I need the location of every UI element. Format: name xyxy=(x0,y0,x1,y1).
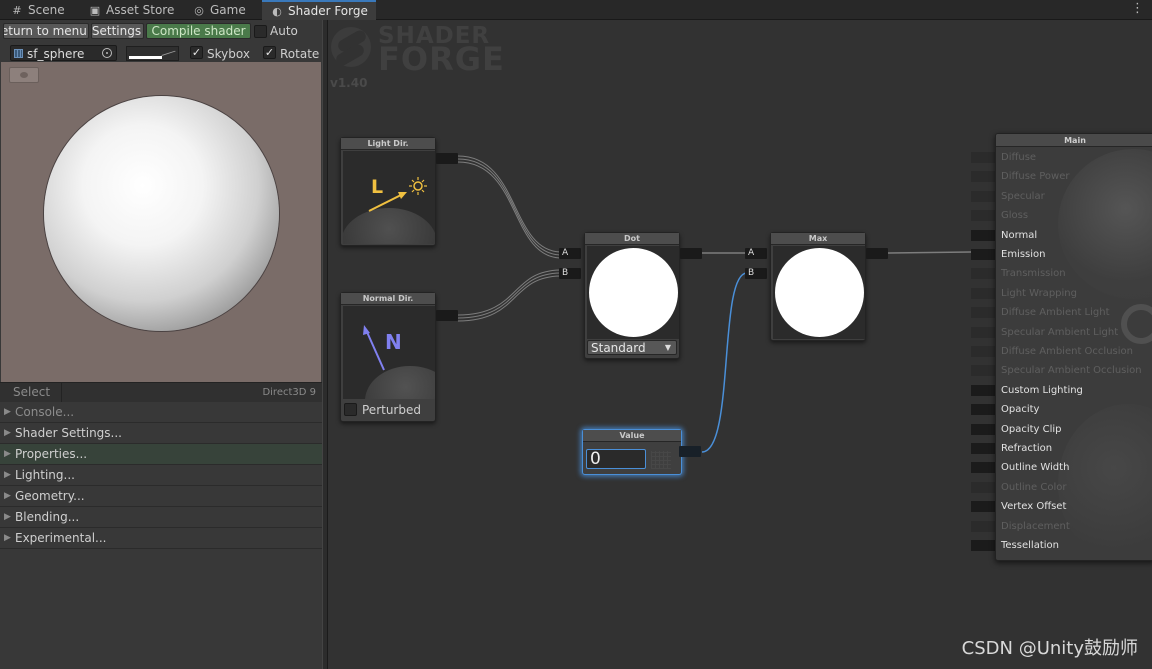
port-label: A xyxy=(748,248,755,258)
port-label: B xyxy=(562,268,569,278)
main-input-port[interactable] xyxy=(971,268,995,280)
value-input[interactable]: 0 xyxy=(586,449,646,469)
main-input-label: Diffuse xyxy=(1001,152,1037,163)
output-preview-disc xyxy=(775,248,864,337)
node-light-dir[interactable]: Light Dir. L xyxy=(340,137,436,246)
perturbed-checkbox[interactable] xyxy=(344,403,357,416)
main-input-port[interactable] xyxy=(971,501,995,513)
main-input-port[interactable] xyxy=(971,365,995,377)
node-title: Light Dir. xyxy=(341,138,435,150)
main-input-port[interactable] xyxy=(971,346,995,357)
main-input-port[interactable] xyxy=(971,540,995,551)
node-dot[interactable]: Dot Standard ▼ xyxy=(584,232,680,359)
dot-output-port[interactable] xyxy=(680,248,702,259)
main-input-label: Vertex Offset xyxy=(1001,501,1067,513)
node-main[interactable]: Main Diffuse Diffuse Power Specular Gloss No… xyxy=(995,133,1152,561)
output-preview-disc xyxy=(589,248,678,337)
light-dir-output-port[interactable] xyxy=(436,153,458,164)
main-input-port[interactable] xyxy=(971,384,995,396)
node-normal-dir[interactable]: Normal Dir. N Perturbed xyxy=(340,292,436,422)
main-input-label: Outline Width xyxy=(1001,462,1070,474)
node-title: Value xyxy=(583,430,681,442)
node-title: Max xyxy=(771,233,865,245)
main-input-label: Emission xyxy=(1001,249,1046,260)
dropdown-value: Standard xyxy=(591,341,646,355)
connection-normal-to-dot-b xyxy=(457,269,561,316)
main-input-port[interactable] xyxy=(971,249,995,260)
main-input-label: Outline Color xyxy=(1001,481,1067,493)
main-input-port[interactable] xyxy=(971,171,995,183)
main-input-port[interactable] xyxy=(971,481,995,493)
dot-mode-dropdown[interactable]: Standard ▼ xyxy=(587,340,677,355)
main-input-port[interactable] xyxy=(971,520,995,532)
main-input-port[interactable] xyxy=(971,326,995,338)
node-preview xyxy=(587,246,679,339)
max-output-port[interactable] xyxy=(866,248,888,259)
main-input-port[interactable] xyxy=(971,229,995,241)
main-input-port[interactable] xyxy=(971,307,995,319)
light-direction-arrow-icon xyxy=(368,177,427,212)
main-input-port[interactable] xyxy=(971,152,995,163)
main-input-label: Gloss xyxy=(1001,210,1029,222)
main-input-label: Refraction xyxy=(1001,443,1053,454)
node-title: Dot xyxy=(585,233,679,245)
node-title: Main xyxy=(996,134,1152,147)
main-input-label: Transmission xyxy=(1001,268,1066,280)
main-input-port[interactable] xyxy=(971,287,995,299)
drag-handle-icon[interactable] xyxy=(651,451,671,469)
node-max[interactable]: Max xyxy=(770,232,866,341)
main-input-port[interactable] xyxy=(971,190,995,202)
port-label: B xyxy=(748,268,755,278)
node-preview: L xyxy=(343,151,435,244)
port-label: A xyxy=(562,248,569,258)
main-input-port[interactable] xyxy=(971,404,995,416)
dropdown-arrow-icon: ▼ xyxy=(664,343,671,352)
main-input-label: Specular Ambient Occlusion xyxy=(1001,365,1142,377)
main-preview-sphere-faded xyxy=(1058,404,1152,560)
gear-watermark-icon xyxy=(1121,304,1152,344)
main-input-label: Light Wrapping xyxy=(1001,287,1077,299)
main-input-label: Displacement xyxy=(1001,520,1070,532)
node-preview xyxy=(773,246,865,339)
main-input-label: Custom Lighting xyxy=(1001,384,1083,396)
connection-value-to-max-b xyxy=(701,272,748,453)
main-input-label: Specular Ambient Light xyxy=(1001,326,1119,338)
main-input-label: Diffuse Ambient Occlusion xyxy=(1001,346,1133,357)
main-input-label: Specular xyxy=(1001,190,1045,202)
node-title: Normal Dir. xyxy=(341,293,435,305)
main-input-label: Tessellation xyxy=(1001,540,1059,551)
perturbed-label: Perturbed xyxy=(362,403,421,417)
main-input-port[interactable] xyxy=(971,462,995,474)
main-input-label: Normal xyxy=(1001,229,1038,241)
main-preview-sphere xyxy=(1058,149,1152,299)
main-input-port[interactable] xyxy=(971,210,995,222)
main-input-label: Diffuse Ambient Light xyxy=(1001,307,1110,319)
value-output-port[interactable] xyxy=(679,446,701,457)
connection-max-to-emission xyxy=(887,251,972,254)
main-input-label: Opacity xyxy=(1001,404,1040,416)
node-value[interactable]: Value 0 xyxy=(582,429,682,475)
normal-dir-output-port[interactable] xyxy=(436,310,458,321)
main-input-port[interactable] xyxy=(971,443,995,454)
watermark: CSDN @Unity鼓励师 xyxy=(961,638,1138,659)
main-input-port[interactable] xyxy=(971,423,995,435)
node-preview: N xyxy=(343,306,435,399)
main-input-label: Diffuse Power xyxy=(1001,171,1070,183)
normal-direction-arrow-icon xyxy=(363,325,385,371)
main-input-label: Opacity Clip xyxy=(1001,423,1062,435)
connection-light-to-dot-a xyxy=(457,155,561,253)
